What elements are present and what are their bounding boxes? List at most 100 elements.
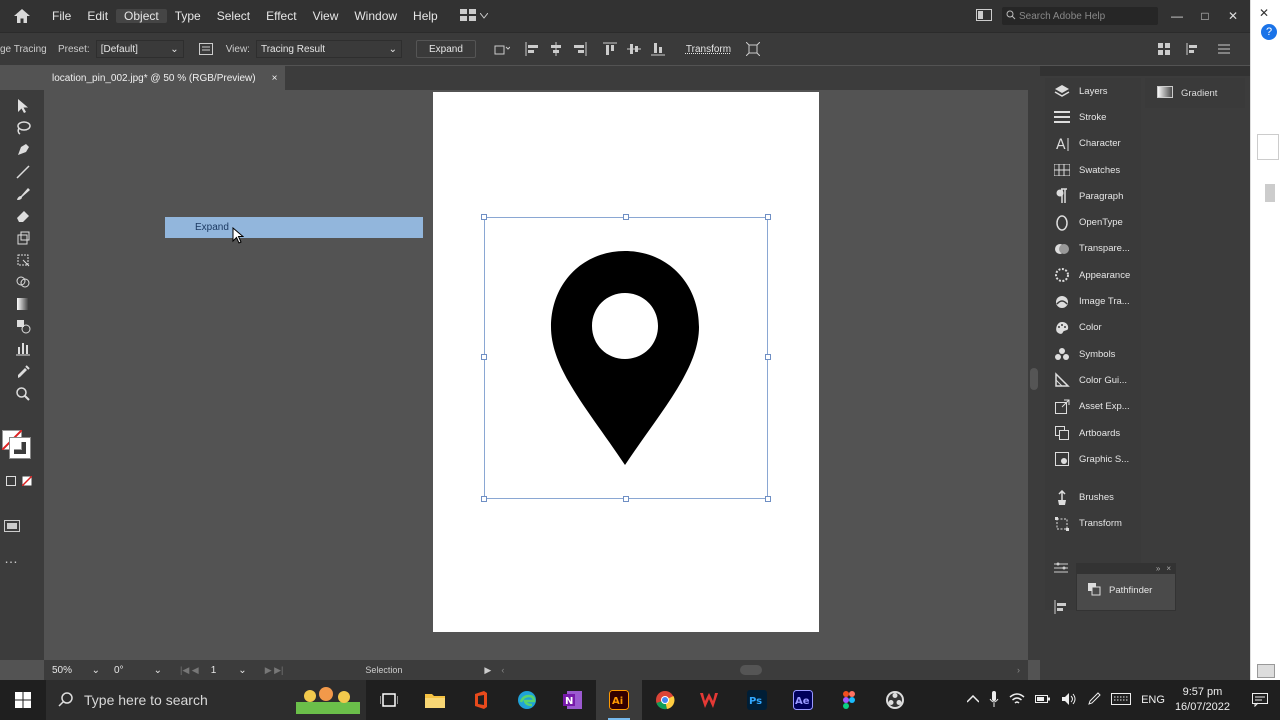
scroll-thumb[interactable] — [1030, 368, 1038, 390]
panel-item-appearance[interactable]: Appearance — [1045, 262, 1141, 288]
chevron-up-icon[interactable] — [966, 694, 980, 706]
message-icon[interactable] — [1257, 664, 1275, 678]
panel-item-transform[interactable]: Transform — [1045, 511, 1141, 537]
lasso-tool-icon[interactable] — [13, 118, 33, 138]
language-indicator[interactable]: ENG — [1141, 694, 1165, 706]
edge-browser-icon[interactable] — [504, 680, 550, 720]
panel-item-stroke[interactable]: Stroke — [1045, 104, 1141, 130]
screen-mode-icon[interactable] — [4, 520, 20, 535]
onenote-icon[interactable]: N — [550, 680, 596, 720]
menu-object[interactable]: Object — [116, 9, 167, 23]
line-tool-icon[interactable] — [13, 162, 33, 182]
panel-item-layers[interactable]: Layers — [1045, 78, 1141, 104]
maximize-icon[interactable]: □ — [1196, 9, 1214, 23]
panel-item-brushes[interactable]: Brushes — [1045, 484, 1141, 510]
panel-item-image-trace[interactable]: Image Tra... — [1045, 288, 1141, 314]
home-icon[interactable] — [0, 0, 44, 32]
rotation-dropdown[interactable]: 0° ⌄ — [110, 663, 166, 677]
file-explorer-icon[interactable] — [412, 680, 458, 720]
panel-item-asset-export[interactable]: Asset Exp... — [1045, 394, 1141, 420]
vertical-scrollbar[interactable] — [1028, 90, 1040, 660]
close-tab-icon[interactable]: × — [272, 73, 278, 84]
none-color-icon[interactable] — [21, 475, 33, 489]
resize-handle-sw[interactable] — [481, 496, 487, 502]
taskbar-search-input[interactable]: Type here to search — [46, 680, 366, 720]
distribute-icon[interactable] — [1186, 41, 1202, 57]
volume-icon[interactable] — [1061, 692, 1077, 709]
menu-type[interactable]: Type — [167, 9, 209, 23]
expand-button[interactable]: Expand — [415, 40, 476, 58]
panel-item-gradient[interactable]: Gradient — [1145, 78, 1245, 108]
resize-handle-s[interactable] — [623, 496, 629, 502]
graph-tool-icon[interactable] — [13, 338, 33, 358]
resize-handle-nw[interactable] — [481, 214, 487, 220]
task-view-icon[interactable] — [366, 680, 412, 720]
panel-item-color-guide[interactable]: Color Gui... — [1045, 367, 1141, 393]
resize-handle-se[interactable] — [765, 496, 771, 502]
fill-stroke-swatch[interactable] — [2, 430, 32, 460]
scroll-left-icon[interactable]: ‹ — [501, 665, 504, 675]
free-transform-tool-icon[interactable] — [13, 250, 33, 270]
panel-item-symbols[interactable]: Symbols — [1045, 341, 1141, 367]
menu-file[interactable]: File — [44, 9, 79, 23]
photoshop-icon[interactable]: Ps — [734, 680, 780, 720]
panel-item-artboards[interactable]: Artboards — [1045, 420, 1141, 446]
pen-ink-icon[interactable] — [1087, 691, 1101, 709]
transform-button[interactable]: Transform — [686, 44, 731, 55]
zoom-dropdown[interactable]: 50% ⌄ — [48, 663, 104, 677]
align-panel-icon[interactable] — [1054, 600, 1068, 617]
panel-item-graphic-styles[interactable]: Graphic S... — [1045, 446, 1141, 472]
scroll-thumb[interactable] — [1265, 184, 1275, 202]
artboard-dropdown[interactable]: 1 ⌄ — [206, 663, 251, 677]
eraser-tool-icon[interactable] — [13, 206, 33, 226]
scroll-right-icon[interactable]: › — [1017, 665, 1020, 675]
resize-handle-ne[interactable] — [765, 214, 771, 220]
rotate-tool-icon[interactable] — [13, 228, 33, 248]
office-icon[interactable] — [458, 680, 504, 720]
menu-help[interactable]: Help — [405, 9, 446, 23]
panel-item-color[interactable]: Color — [1045, 315, 1141, 341]
align-center-icon[interactable] — [548, 41, 564, 57]
help-icon[interactable]: ? — [1261, 24, 1277, 40]
close-icon[interactable]: ✕ — [1224, 9, 1242, 23]
wps-office-icon[interactable] — [688, 680, 734, 720]
menu-edit[interactable]: Edit — [79, 9, 116, 23]
keyboard-icon[interactable] — [1111, 692, 1132, 708]
menu-view[interactable]: View — [305, 9, 347, 23]
menu-window[interactable]: Window — [346, 9, 405, 23]
pathfinder-panel-header[interactable]: » × — [1077, 564, 1175, 574]
first-artboard-icon[interactable]: |◀ ◀ — [180, 665, 199, 676]
menu-select[interactable]: Select — [209, 9, 258, 23]
help-search-input[interactable]: Search Adobe Help — [1002, 7, 1158, 25]
after-effects-icon[interactable]: Ae — [780, 680, 826, 720]
align-left-icon[interactable] — [524, 41, 540, 57]
view-dropdown[interactable]: Tracing Result ⌄ — [255, 40, 402, 58]
properties-icon[interactable] — [1054, 562, 1068, 577]
preset-dropdown[interactable]: [Default] ⌄ — [95, 40, 184, 58]
panel-item-opentype[interactable]: OpenType — [1045, 209, 1141, 235]
align-top-icon[interactable] — [602, 41, 618, 57]
panel-item-swatches[interactable]: Swatches — [1045, 157, 1141, 183]
panel-item-transparency[interactable]: Transpare... — [1045, 236, 1141, 262]
blend-tool-icon[interactable] — [13, 316, 33, 336]
resize-handle-w[interactable] — [481, 354, 487, 360]
chrome-icon[interactable] — [642, 680, 688, 720]
battery-icon[interactable] — [1035, 693, 1051, 708]
paintbrush-tool-icon[interactable] — [13, 184, 33, 204]
microphone-icon[interactable] — [989, 690, 999, 710]
wifi-icon[interactable] — [1009, 692, 1025, 709]
horizontal-scroll-thumb[interactable] — [740, 665, 763, 675]
zoom-tool-icon[interactable] — [13, 384, 33, 404]
menu-effect[interactable]: Effect — [258, 9, 304, 23]
panel-collapse-bar[interactable] — [1040, 66, 1250, 76]
selection-bounding-box[interactable] — [481, 214, 771, 502]
more-tools-icon[interactable]: … — [4, 550, 19, 566]
panel-item-character[interactable]: A Character — [1045, 131, 1141, 157]
panel-item-paragraph[interactable]: Paragraph — [1045, 183, 1141, 209]
collapse-icon[interactable]: » — [1156, 564, 1160, 574]
canvas-area[interactable]: Expand — [44, 90, 1028, 660]
align-right-icon[interactable] — [572, 41, 588, 57]
align-bottom-icon[interactable] — [650, 41, 666, 57]
obs-studio-icon[interactable] — [872, 680, 918, 720]
pathfinder-tab[interactable]: Pathfinder — [1077, 574, 1175, 599]
